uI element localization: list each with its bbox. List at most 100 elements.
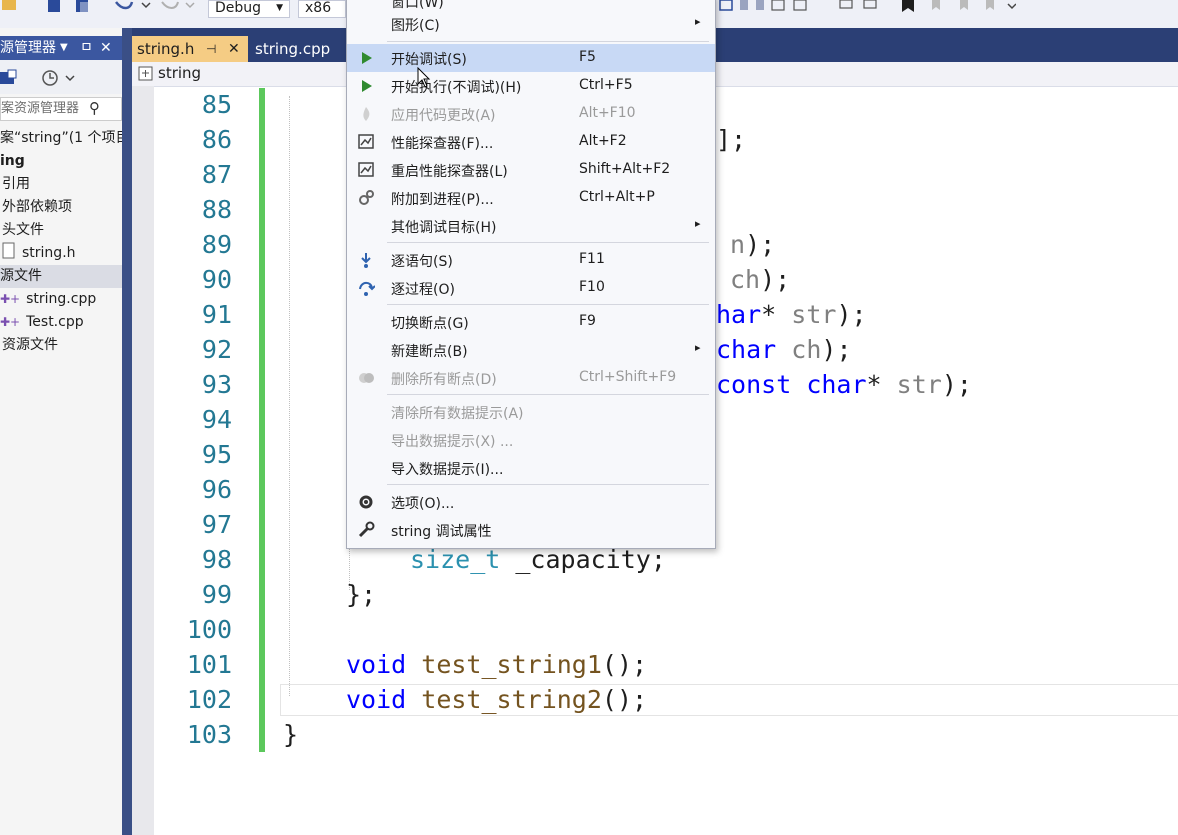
tree-item-string-cpp[interactable]: ✚+ string.cpp [0, 288, 96, 311]
code-line-101[interactable]: void test_string1(); [346, 647, 647, 682]
menu-separator [387, 41, 709, 42]
close-icon[interactable]: ✕ [100, 36, 112, 60]
editor-glyph-margin[interactable] [132, 86, 154, 835]
line-number[interactable]: 103 [160, 717, 232, 752]
tree-item-project[interactable]: ing [0, 150, 25, 173]
menu-item-step-over[interactable]: 逐过程(O) F10 [347, 274, 715, 302]
line-number[interactable]: 99 [160, 577, 232, 612]
menu-item-options[interactable]: 选项(O)... [347, 488, 715, 516]
solution-explorer-title: 源管理器 [0, 40, 56, 56]
tree-item-source-files[interactable]: 源文件 [0, 265, 122, 288]
line-number[interactable]: 102 [160, 682, 232, 717]
code-line-102[interactable]: void test_string2(); [346, 682, 647, 717]
panel-splitter[interactable] [122, 28, 132, 835]
profiler-icon [358, 162, 374, 177]
code-line-89[interactable]: n); [730, 227, 775, 262]
menu-item-performance-profiler[interactable]: 性能探查器(F)... Alt+F2 [347, 128, 715, 156]
delete-breakpoints-icon [359, 373, 374, 383]
tree-item-test-cpp[interactable]: ✚+ Test.cpp [0, 311, 84, 334]
menu-item-start-without-debugging[interactable]: 开始执行(不调试)(H) Ctrl+F5 [347, 72, 715, 100]
toolbar-icons-right[interactable] [716, 0, 1016, 16]
pin-icon[interactable]: ⊣ [206, 36, 216, 62]
home-icon[interactable] [0, 68, 30, 88]
tab-string-h[interactable]: string.h ⊣ ✕ [132, 36, 248, 62]
code-line-103[interactable]: } [283, 717, 298, 752]
line-number[interactable]: 93 [160, 367, 232, 402]
menu-item-graphics[interactable]: 图形(C) ▸ [347, 10, 715, 38]
pin-icon[interactable]: ㅁ [80, 36, 93, 60]
cpp-file-icon: ✚+ [0, 315, 21, 329]
line-number[interactable]: 90 [160, 262, 232, 297]
config-value: Debug [215, 0, 262, 16]
code-line-93[interactable]: const char* str); [716, 367, 972, 402]
code-line-90[interactable]: ch); [730, 262, 790, 297]
line-number[interactable]: 97 [160, 507, 232, 542]
line-number[interactable]: 88 [160, 192, 232, 227]
tree-item-string-h[interactable]: string.h [0, 242, 76, 265]
redo-icon[interactable] [158, 0, 198, 16]
menu-item-toggle-breakpoint[interactable]: 切换断点(G) F9 [347, 308, 715, 336]
search-icon[interactable]: ⚲ [89, 97, 100, 119]
play-outline-icon [362, 80, 372, 92]
step-over-icon [359, 281, 375, 296]
menu-item-apply-code-changes[interactable]: 应用代码更改(A) Alt+F10 [347, 100, 715, 128]
tab-string-cpp[interactable]: string.cpp [248, 36, 344, 62]
search-placeholder: 案资源管理器 [1, 101, 80, 116]
submenu-arrow-icon: ▸ [695, 341, 701, 354]
code-line-92[interactable]: char ch); [716, 332, 852, 367]
tree-item-external-deps[interactable]: 外部依赖项 [2, 196, 72, 219]
mouse-cursor-icon [417, 67, 431, 88]
platform-dropdown[interactable]: x86 [298, 0, 346, 18]
menu-item-clear-data-tips[interactable]: 清除所有数据提示(A) [347, 398, 715, 426]
tree-item-resource-files[interactable]: 资源文件 [2, 334, 58, 357]
menu-item-attach-to-process[interactable]: 附加到进程(P)... Ctrl+Alt+P [347, 184, 715, 212]
submenu-arrow-icon: ▸ [695, 15, 701, 28]
line-number[interactable]: 101 [160, 647, 232, 682]
menu-item-delete-all-breakpoints[interactable]: 删除所有断点(D) Ctrl+Shift+F9 [347, 364, 715, 392]
line-number[interactable]: 98 [160, 542, 232, 577]
line-number[interactable]: 85 [160, 87, 232, 122]
scope-dropdown[interactable]: string [158, 64, 201, 82]
menu-item-step-into[interactable]: 逐语句(S) F11 [347, 246, 715, 274]
gear-icon [359, 495, 373, 509]
solution-explorer-header: 源管理器 ▼ ㅁ ✕ [0, 36, 122, 60]
history-icon[interactable] [40, 68, 80, 88]
line-number[interactable]: 91 [160, 297, 232, 332]
line-number[interactable]: 95 [160, 437, 232, 472]
line-number[interactable]: 96 [160, 472, 232, 507]
tree-item-header-files[interactable]: 头文件 [2, 219, 44, 242]
tree-item-references[interactable]: 引用 [2, 173, 30, 196]
line-number[interactable]: 87 [160, 157, 232, 192]
profiler-icon [358, 134, 374, 149]
menu-item-new-breakpoint[interactable]: 新建断点(B) ▸ [347, 336, 715, 364]
line-number[interactable]: 94 [160, 402, 232, 437]
menu-item-export-data-tips[interactable]: 导出数据提示(X) ... [347, 426, 715, 454]
code-line-86[interactable]: ]; [716, 122, 746, 157]
open-folder-icon[interactable] [0, 0, 18, 16]
undo-icon[interactable] [112, 0, 152, 16]
debug-menu: 窗口(W) 图形(C) ▸ 开始调试(S) F5 开始执行(不调试)(H) Ct… [346, 0, 716, 549]
menu-separator [387, 304, 709, 305]
line-number[interactable]: 92 [160, 332, 232, 367]
menu-item-other-debug-targets[interactable]: 其他调试目标(H) ▸ [347, 212, 715, 240]
menu-separator [387, 242, 709, 243]
save-icon[interactable] [46, 0, 64, 16]
saved-changes-bar [259, 88, 265, 752]
solution-explorer: 源管理器 ▼ ㅁ ✕ 案资源管理器 ⚲ 案“string”(1 个项目) ing… [0, 28, 135, 835]
menu-item-debug-properties[interactable]: string 调试属性 [347, 516, 715, 544]
code-line-91[interactable]: har* str); [716, 297, 867, 332]
line-number[interactable]: 89 [160, 227, 232, 262]
menu-item-relaunch-profiler[interactable]: 重启性能探查器(L) Shift+Alt+F2 [347, 156, 715, 184]
solution-search-input[interactable]: 案资源管理器 ⚲ [0, 97, 122, 121]
tree-item-solution[interactable]: 案“string”(1 个项目) [0, 127, 135, 150]
close-icon[interactable]: ✕ [228, 36, 240, 62]
line-number[interactable]: 100 [160, 612, 232, 647]
save-all-icon[interactable] [74, 0, 92, 16]
menu-item-start-debugging[interactable]: 开始调试(S) F5 [347, 44, 715, 72]
line-number[interactable]: 86 [160, 122, 232, 157]
config-dropdown[interactable]: Debug ▼ [208, 0, 290, 18]
code-line-99[interactable]: }; [346, 577, 376, 612]
menu-separator [387, 394, 709, 395]
chevron-down-icon[interactable]: ▼ [60, 36, 68, 60]
menu-item-import-data-tips[interactable]: 导入数据提示(I)... [347, 454, 715, 482]
